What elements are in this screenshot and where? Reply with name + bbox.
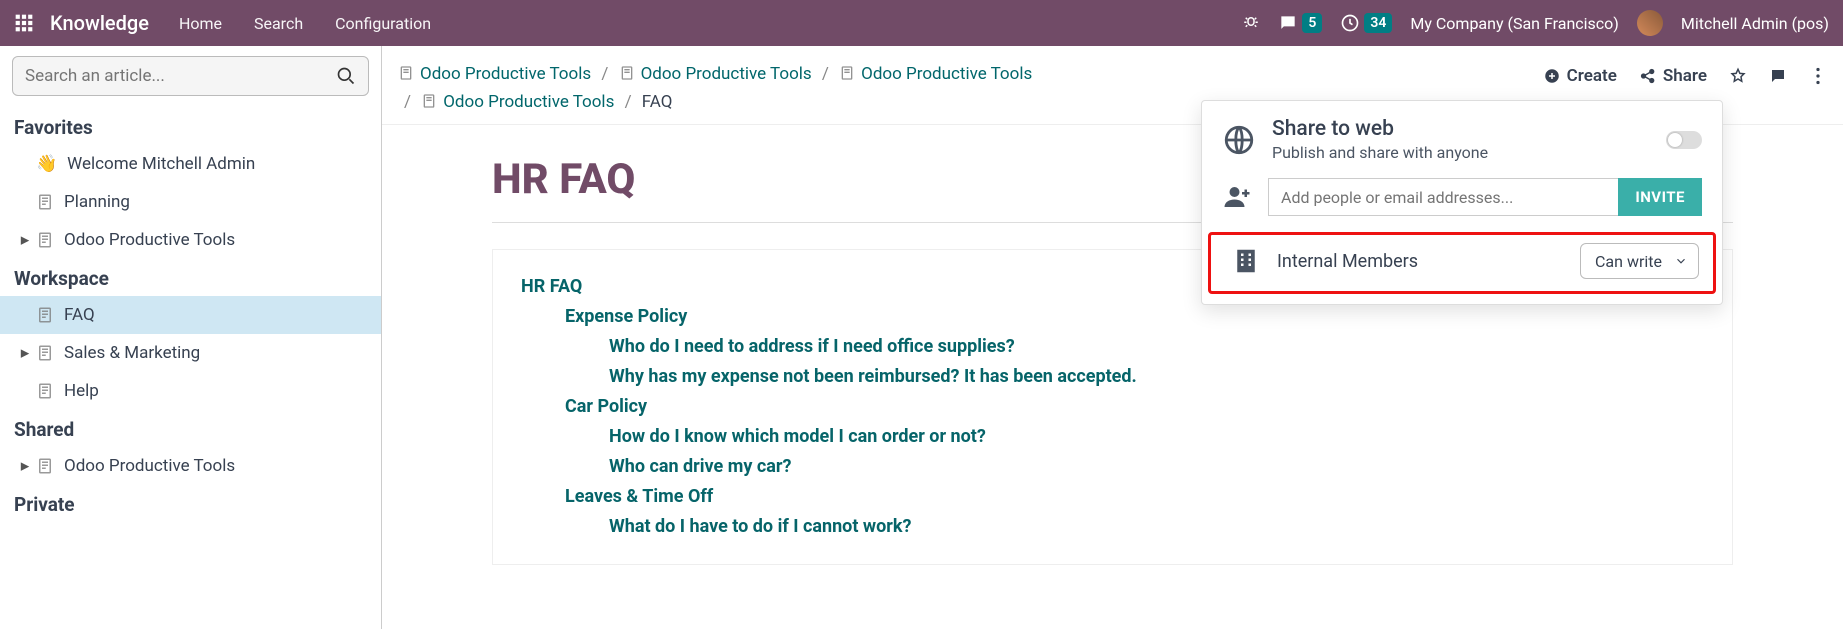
apps-icon[interactable] bbox=[14, 13, 34, 33]
nav-home[interactable]: Home bbox=[179, 14, 222, 33]
share-button[interactable]: Share bbox=[1639, 66, 1707, 86]
search-input[interactable] bbox=[25, 66, 336, 86]
favorite-toggle[interactable] bbox=[1729, 67, 1747, 85]
share-label: Share bbox=[1663, 66, 1707, 86]
sidebar: Favorites 👋 Welcome Mitchell Admin Plann… bbox=[0, 46, 382, 629]
company-switcher[interactable]: My Company (San Francisco) bbox=[1410, 14, 1619, 33]
sidebar-item-help[interactable]: Help bbox=[0, 372, 381, 410]
top-bar: Knowledge Home Search Configuration 5 34… bbox=[0, 0, 1843, 46]
sidebar-item-label: Help bbox=[64, 378, 99, 404]
toc-link[interactable]: Expense Policy bbox=[565, 306, 687, 327]
sidebar-item-label: Odoo Productive Tools bbox=[64, 453, 235, 479]
toc-link[interactable]: How do I know which model I can order or… bbox=[609, 426, 986, 447]
building-icon bbox=[1231, 246, 1261, 276]
doc-icon bbox=[36, 306, 54, 324]
sidebar-item-label: Planning bbox=[64, 189, 130, 215]
toc-link[interactable]: What do I have to do if I cannot work? bbox=[609, 516, 911, 537]
caret-right-icon[interactable]: ▸ bbox=[16, 227, 34, 253]
nav-config[interactable]: Configuration bbox=[335, 14, 431, 33]
user-name[interactable]: Mitchell Admin (pos) bbox=[1681, 14, 1829, 33]
caret-right-icon[interactable]: ▸ bbox=[16, 453, 34, 479]
doc-icon bbox=[398, 65, 414, 81]
sidebar-item-planning[interactable]: Planning bbox=[0, 183, 381, 221]
breadcrumb-link[interactable]: Odoo Productive Tools bbox=[861, 64, 1032, 84]
sidebar-item-label: Odoo Productive Tools bbox=[64, 227, 235, 253]
share-web-title: Share to web bbox=[1272, 117, 1650, 141]
sidebar-item-label: Sales & Marketing bbox=[64, 340, 200, 366]
wave-icon: 👋 bbox=[36, 151, 57, 177]
invite-input[interactable] bbox=[1268, 178, 1618, 216]
globe-icon bbox=[1222, 123, 1256, 157]
breadcrumb-sep: / bbox=[601, 64, 608, 84]
internal-members-label: Internal Members bbox=[1277, 251, 1564, 272]
doc-icon bbox=[36, 231, 54, 249]
share-web-sub: Publish and share with anyone bbox=[1272, 143, 1650, 162]
messages-indicator[interactable]: 5 bbox=[1278, 13, 1322, 33]
permission-select[interactable]: Can write bbox=[1580, 243, 1699, 279]
chevron-down-icon bbox=[1674, 254, 1688, 268]
avatar[interactable] bbox=[1637, 10, 1663, 36]
doc-icon bbox=[36, 193, 54, 211]
nav-search[interactable]: Search bbox=[254, 14, 303, 33]
chatter-toggle[interactable] bbox=[1769, 67, 1787, 85]
activities-indicator[interactable]: 34 bbox=[1340, 13, 1392, 33]
doc-icon bbox=[36, 382, 54, 400]
doc-icon bbox=[421, 93, 437, 109]
toc-link[interactable]: Who can drive my car? bbox=[609, 456, 791, 477]
share-icon bbox=[1639, 67, 1657, 85]
share-popover: Share to web Publish and share with anyo… bbox=[1201, 100, 1723, 305]
breadcrumb-sep: / bbox=[404, 92, 411, 112]
publish-toggle[interactable] bbox=[1666, 131, 1702, 149]
internal-members-row: Internal Members Can write bbox=[1208, 232, 1716, 294]
activity-count: 34 bbox=[1364, 13, 1392, 33]
bug-icon[interactable] bbox=[1242, 14, 1260, 32]
app-brand[interactable]: Knowledge bbox=[50, 11, 149, 35]
kebab-menu[interactable] bbox=[1809, 67, 1827, 85]
search-icon bbox=[336, 66, 356, 86]
toc-link[interactable]: Who do I need to address if I need offic… bbox=[609, 336, 1015, 357]
user-plus-icon bbox=[1222, 182, 1252, 212]
breadcrumb-current: FAQ bbox=[642, 92, 673, 112]
top-nav: Home Search Configuration bbox=[179, 14, 459, 33]
caret-right-icon[interactable]: ▸ bbox=[16, 340, 34, 366]
section-shared-title: Shared bbox=[0, 410, 381, 447]
doc-icon bbox=[839, 65, 855, 81]
doc-icon bbox=[36, 344, 54, 362]
breadcrumb-link[interactable]: Odoo Productive Tools bbox=[641, 64, 812, 84]
sidebar-item-label: FAQ bbox=[64, 302, 95, 328]
message-count: 5 bbox=[1302, 13, 1322, 33]
sidebar-item-welcome[interactable]: 👋 Welcome Mitchell Admin bbox=[0, 145, 381, 183]
page-actions: Create Share bbox=[1543, 60, 1827, 86]
toc-link[interactable]: HR FAQ bbox=[521, 276, 582, 297]
star-icon bbox=[1729, 67, 1747, 85]
section-workspace-title: Workspace bbox=[0, 259, 381, 296]
toc-link[interactable]: Car Policy bbox=[565, 396, 647, 417]
topbar-right: 5 34 My Company (San Francisco) Mitchell… bbox=[1242, 10, 1829, 36]
create-button[interactable]: Create bbox=[1543, 66, 1617, 86]
breadcrumb-link[interactable]: Odoo Productive Tools bbox=[443, 92, 614, 112]
sidebar-item-sales[interactable]: ▸ Sales & Marketing bbox=[0, 334, 381, 372]
sidebar-item-shared-tools[interactable]: ▸ Odoo Productive Tools bbox=[0, 447, 381, 485]
breadcrumb-sep: / bbox=[625, 92, 632, 112]
toc-link[interactable]: Why has my expense not been reimbursed? … bbox=[609, 366, 1137, 387]
doc-icon bbox=[36, 457, 54, 475]
kebab-icon bbox=[1809, 67, 1827, 85]
doc-icon bbox=[619, 65, 635, 81]
section-private-title: Private bbox=[0, 485, 381, 522]
breadcrumb-link[interactable]: Odoo Productive Tools bbox=[420, 64, 591, 84]
breadcrumb-sep: / bbox=[822, 64, 829, 84]
chat-icon bbox=[1769, 67, 1787, 85]
sidebar-item-label: Welcome Mitchell Admin bbox=[67, 151, 255, 177]
invite-button[interactable]: INVITE bbox=[1618, 178, 1702, 216]
toc-link[interactable]: Leaves & Time Off bbox=[565, 486, 713, 507]
section-favorites-title: Favorites bbox=[0, 108, 381, 145]
plus-circle-icon bbox=[1543, 67, 1561, 85]
sidebar-item-faq[interactable]: FAQ bbox=[0, 296, 381, 334]
content-area: Odoo Productive Tools / Odoo Productive … bbox=[382, 46, 1843, 629]
permission-value: Can write bbox=[1595, 252, 1662, 271]
create-label: Create bbox=[1567, 66, 1617, 86]
sidebar-item-tools[interactable]: ▸ Odoo Productive Tools bbox=[0, 221, 381, 259]
search-box[interactable] bbox=[12, 56, 369, 96]
